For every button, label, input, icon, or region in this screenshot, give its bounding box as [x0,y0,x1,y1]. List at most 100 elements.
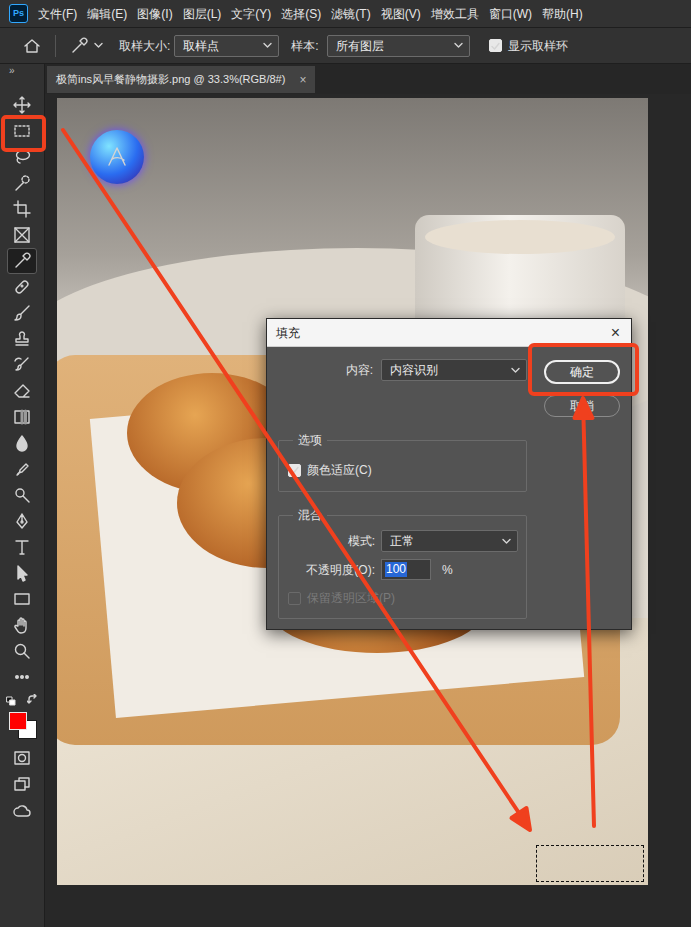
tool-button[interactable] [7,326,37,352]
color-adapt-option[interactable]: 颜色适应(C) [279,449,526,491]
tool-button[interactable] [7,430,37,456]
document-tab[interactable]: 极简ins风早餐静物摄影.png @ 33.3%(RGB/8#) × [47,66,315,93]
mode-row: 模式:正常 [279,530,526,552]
tool-button[interactable] [7,508,37,534]
menu-item[interactable]: 帮助(H) [542,5,583,23]
document-title: 极简ins风早餐静物摄影.png @ 33.3%(RGB/8#) [56,71,285,88]
tool-button[interactable] [7,352,37,378]
chevron-down-icon [263,42,272,49]
menu-item[interactable]: 文件(F) [38,5,77,23]
tool-button[interactable] [7,170,37,196]
toolbar: » [0,64,45,927]
dialog-buttons: 确定取消 [544,359,620,619]
menu-item[interactable]: 图像(I) [137,5,172,23]
content-select[interactable]: 内容识别 [381,359,527,381]
tool-button[interactable] [7,118,37,144]
foreground-color-swatch[interactable] [9,712,27,730]
button-label: 确定 [570,363,594,381]
home-icon[interactable] [23,37,41,55]
dodge-icon [13,486,31,504]
menu-item[interactable]: 选择(S) [281,5,321,23]
select-value: 正常 [390,532,414,550]
tool-button[interactable] [7,560,37,586]
menu-item[interactable]: 视图(V) [381,5,421,23]
opacity-input[interactable]: 100 [381,559,431,580]
tool-button[interactable] [7,300,37,326]
smudge-icon [13,460,31,478]
blend-group: 混合模式:正常不透明度(O):100%保留透明区域(P) [278,506,527,619]
tool-button[interactable] [7,196,37,222]
tool-button[interactable] [7,586,37,612]
checkbox [288,592,301,605]
menu-item[interactable]: 窗口(W) [489,5,532,23]
default-colors-icon[interactable] [6,696,16,706]
eyedropper-icon [70,37,88,55]
dialog-fields: 内容:内容识别选项颜色适应(C)混合模式:正常不透明度(O):100%保留透明区… [278,359,527,619]
select-value: 所有图层 [336,37,384,55]
tool-button[interactable] [7,534,37,560]
tool-button[interactable] [7,92,37,118]
checkbox[interactable] [489,39,502,52]
selection-marquee[interactable] [536,845,644,882]
tool-button[interactable] [7,612,37,638]
swap-colors-icon[interactable] [27,694,38,705]
preserve-transparency-option: 保留透明区域(P) [279,589,526,618]
tool-button[interactable] [7,771,37,797]
chevron-down-icon [454,42,463,49]
tool-list [0,78,45,823]
preserve-transparency-label: 保留透明区域(P) [307,589,395,607]
menu-item[interactable]: 增效工具 [431,5,479,23]
eyedropper-icon [13,252,31,270]
zoom-icon [13,642,31,660]
options-legend: 选项 [293,431,327,449]
menu-item[interactable]: 滤镜(T) [331,5,370,23]
checkbox[interactable] [288,464,301,477]
tool-button[interactable] [7,482,37,508]
sample-size-select[interactable]: 取样点 [174,35,279,57]
ai-logo-icon [103,143,131,171]
mode-select[interactable]: 正常 [381,530,518,552]
stamp-icon [13,330,31,348]
menu-list: 文件(F) 编辑(E) 图像(I) 图层(L) 文字(Y) 选择(S) 滤镜(T) 视图(V)… [38,5,583,23]
tool-button[interactable] [7,404,37,430]
pen-icon [13,512,31,530]
tool-button[interactable] [7,378,37,404]
tool-button[interactable] [7,456,37,482]
ai-logo [90,130,144,184]
tool-button[interactable] [7,144,37,170]
cancel-button[interactable]: 取消 [544,395,620,417]
opacity-label: 不透明度(O): [279,561,381,579]
check-icon [289,465,300,475]
toolbar-collapse[interactable]: » [9,64,15,78]
more-tools-icon [13,668,31,686]
tool-button[interactable] [7,248,37,274]
show-ring-option[interactable]: 显示取样环 [489,37,568,55]
tab-close-button[interactable]: × [299,74,306,86]
dialog-title: 填充 [276,324,300,342]
menu-item[interactable]: 文字(Y) [231,5,271,23]
tool-button[interactable] [7,745,37,771]
annotation-overlay [0,0,691,927]
hand-icon [13,616,31,634]
tool-button[interactable] [7,797,37,823]
eraser-icon [13,382,31,400]
color-swatches [0,690,45,745]
healing-brush-icon [13,278,31,296]
tab-bar: 极简ins风早餐静物摄影.png @ 33.3%(RGB/8#) × [45,64,691,94]
blend-legend: 混合 [293,506,327,524]
coffee-surface [425,220,615,254]
menu-bar: Ps 文件(F) 编辑(E) 图像(I) 图层(L) 文字(Y) 选择(S) 滤镜(T) 视图(… [0,0,691,28]
dialog-close-button[interactable]: × [609,325,622,341]
tool-button[interactable] [7,274,37,300]
tool-button[interactable] [7,664,37,690]
app-logo[interactable]: Ps [9,4,28,23]
history-brush-icon [13,356,31,374]
menu-item[interactable]: 编辑(E) [87,5,127,23]
tool-button[interactable] [7,222,37,248]
ok-button[interactable]: 确定 [544,360,620,384]
menu-item[interactable]: 图层(L) [183,5,222,23]
tool-button[interactable] [7,638,37,664]
gradient-icon [13,408,31,426]
content-row: 内容:内容识别 [278,359,527,381]
sample-select[interactable]: 所有图层 [327,35,470,57]
